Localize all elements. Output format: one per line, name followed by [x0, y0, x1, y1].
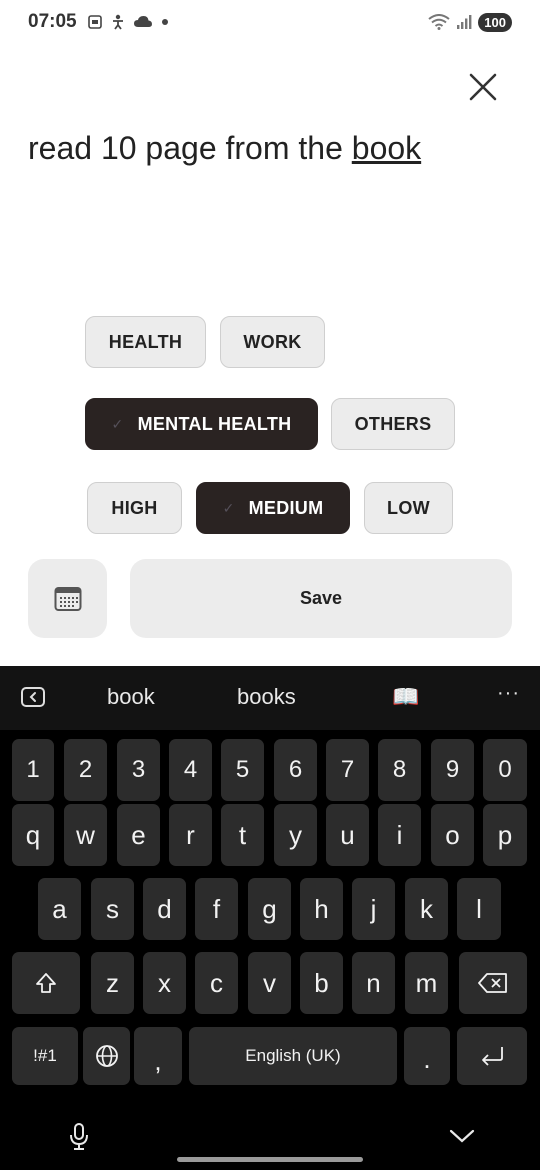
wifi-icon [428, 14, 450, 30]
key-5[interactable]: 5 [221, 739, 264, 801]
key-j[interactable]: j [352, 878, 395, 940]
chip-label: OTHERS [354, 413, 432, 434]
chip-label: MEDIUM [248, 497, 324, 518]
battery-indicator: 100 [478, 12, 512, 32]
chip-mental-health[interactable]: ✓ MENTAL HEALTH [85, 398, 318, 450]
chip-label: MENTAL HEALTH [137, 413, 292, 434]
enter-key[interactable] [457, 1027, 527, 1085]
key-b[interactable]: b [300, 952, 343, 1014]
chip-others[interactable]: OTHERS [331, 398, 455, 450]
key-k[interactable]: k [405, 878, 448, 940]
microphone-icon [70, 1123, 88, 1150]
chevron-left-icon [21, 687, 45, 707]
calendar-icon [54, 586, 81, 611]
key-t[interactable]: t [221, 804, 264, 866]
save-label: Save [299, 588, 343, 608]
key-8[interactable]: 8 [378, 739, 421, 801]
backspace-icon [478, 973, 507, 993]
screenshot-icon [87, 15, 102, 29]
key-y[interactable]: y [274, 804, 317, 866]
home-indicator[interactable] [177, 1157, 363, 1162]
key-s[interactable]: s [91, 878, 134, 940]
chip-work[interactable]: WORK [220, 316, 325, 368]
shift-icon [36, 973, 56, 993]
close-button[interactable] [462, 66, 504, 108]
key-e[interactable]: e [117, 804, 160, 866]
more-options-icon[interactable]: ··· [497, 682, 520, 705]
key-m[interactable]: m [405, 952, 448, 1014]
chip-priority-low[interactable]: LOW [364, 482, 453, 534]
chip-label: WORK [243, 331, 302, 352]
shift-key[interactable] [12, 952, 80, 1014]
check-icon: ✓ [111, 415, 124, 432]
chip-label: HIGH [111, 497, 158, 518]
status-time: 07:05 [28, 11, 77, 32]
key-9[interactable]: 9 [431, 739, 474, 801]
comma-key[interactable]: , [134, 1027, 182, 1085]
accessibility-icon [112, 14, 123, 30]
key-3[interactable]: 3 [117, 739, 160, 801]
key-0[interactable]: 0 [483, 739, 527, 801]
chip-label: LOW [387, 497, 430, 518]
key-g[interactable]: g [248, 878, 291, 940]
key-a[interactable]: a [38, 878, 81, 940]
status-bar: 07:05 100 [0, 0, 540, 44]
signal-icon [457, 15, 472, 29]
key-p[interactable]: p [483, 804, 527, 866]
key-x[interactable]: x [143, 952, 186, 1014]
suggestion-books[interactable]: books [237, 684, 296, 710]
close-icon [469, 73, 497, 101]
task-title-text: read 10 page from the [28, 130, 352, 166]
chip-priority-medium[interactable]: ✓ MEDIUM [196, 482, 350, 534]
key-7[interactable]: 7 [326, 739, 369, 801]
backspace-key[interactable] [459, 952, 527, 1014]
hide-keyboard-button[interactable] [448, 1124, 476, 1148]
key-q[interactable]: q [12, 804, 54, 866]
check-icon: ✓ [222, 499, 235, 516]
chevron-down-icon [449, 1129, 475, 1143]
chip-health[interactable]: HEALTH [85, 316, 206, 368]
cloud-icon [133, 16, 152, 27]
language-key[interactable] [83, 1027, 130, 1085]
key-v[interactable]: v [248, 952, 291, 1014]
key-l[interactable]: l [457, 878, 501, 940]
period-key[interactable]: . [404, 1027, 450, 1085]
globe-icon [95, 1045, 118, 1067]
soft-keyboard: book books 📖 ··· 1 2 3 4 5 6 7 8 9 0 q w… [0, 666, 540, 1170]
key-w[interactable]: w [64, 804, 107, 866]
task-title-composing-word: book [351, 130, 422, 166]
chip-label: HEALTH [108, 331, 183, 352]
space-key[interactable]: English (UK) [189, 1027, 397, 1085]
key-h[interactable]: h [300, 878, 343, 940]
key-c[interactable]: c [195, 952, 238, 1014]
enter-icon [482, 1047, 503, 1066]
key-d[interactable]: d [143, 878, 186, 940]
key-6[interactable]: 6 [274, 739, 317, 801]
book-emoji-suggestion[interactable]: 📖 [392, 684, 419, 710]
status-left: 07:05 [28, 11, 169, 33]
key-r[interactable]: r [169, 804, 212, 866]
task-title-input[interactable]: read 10 page from the book [28, 130, 421, 167]
suggestion-bar: book books 📖 ··· [0, 666, 540, 730]
dot-icon [161, 19, 168, 25]
key-4[interactable]: 4 [169, 739, 212, 801]
save-button[interactable]: Save [130, 559, 512, 638]
chip-priority-high[interactable]: HIGH [87, 482, 182, 534]
voice-input-button[interactable] [66, 1120, 92, 1154]
calendar-button[interactable] [28, 559, 107, 638]
status-right: 100 [428, 12, 512, 32]
key-i[interactable]: i [378, 804, 421, 866]
key-u[interactable]: u [326, 804, 369, 866]
key-2[interactable]: 2 [64, 739, 107, 801]
key-1[interactable]: 1 [12, 739, 54, 801]
key-n[interactable]: n [352, 952, 395, 1014]
keyboard-toolbar-toggle[interactable] [21, 685, 45, 709]
key-o[interactable]: o [431, 804, 474, 866]
symbols-key[interactable]: !#1 [12, 1027, 78, 1085]
key-z[interactable]: z [91, 952, 134, 1014]
status-notification-icons [87, 14, 169, 30]
suggestion-book[interactable]: book [107, 684, 155, 710]
key-f[interactable]: f [195, 878, 238, 940]
